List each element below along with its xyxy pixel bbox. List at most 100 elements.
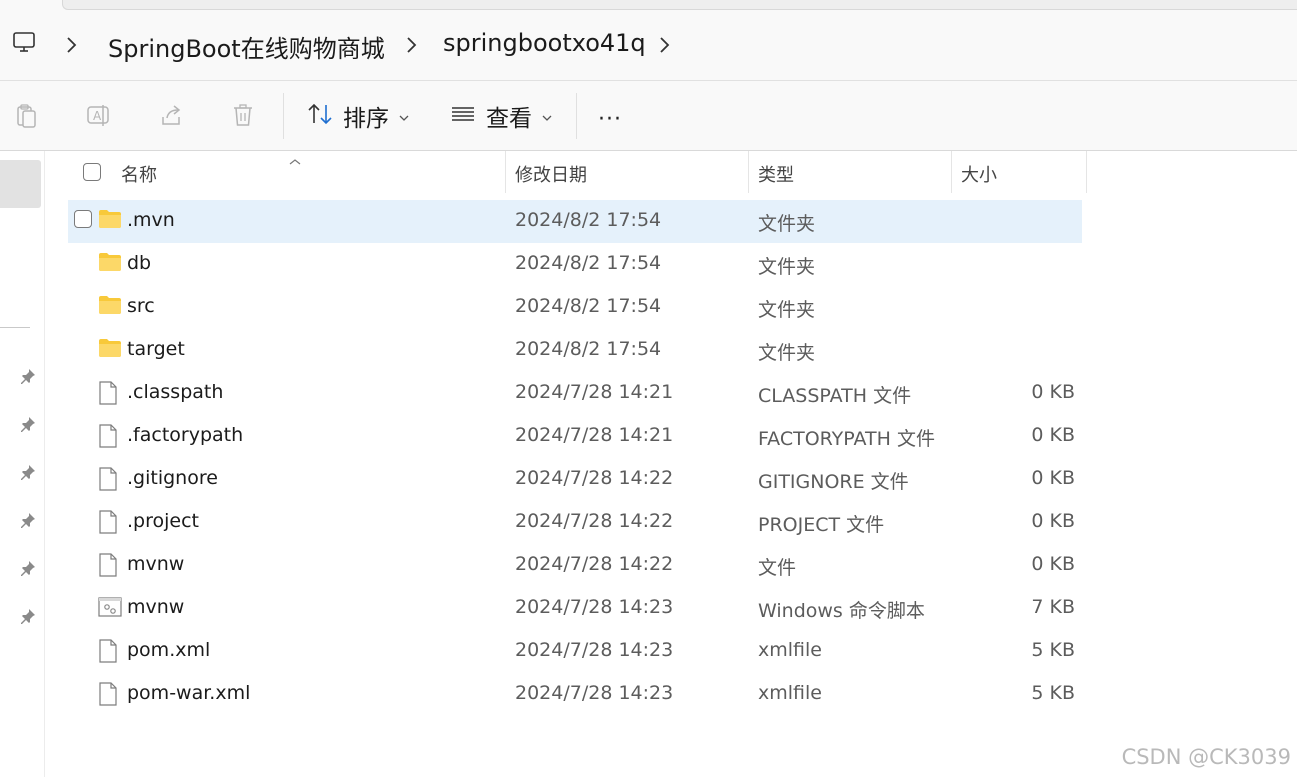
- file-type: 文件夹: [758, 213, 816, 235]
- nav-selected-item[interactable]: [0, 160, 41, 208]
- file-date: 2024/7/28 14:21: [515, 381, 674, 403]
- file-row[interactable]: mvnw 2024/7/28 14:23 Windows 命令脚本 7 KB: [68, 587, 1082, 630]
- file-row[interactable]: db 2024/8/2 17:54 文件夹: [68, 243, 1082, 286]
- chevron-right-icon[interactable]: [404, 35, 418, 59]
- file-name[interactable]: .gitignore: [127, 467, 218, 489]
- pin-icon[interactable]: [20, 560, 36, 580]
- window-tab-edge: [62, 0, 1297, 10]
- script-icon: [98, 596, 122, 622]
- file-name[interactable]: .factorypath: [127, 424, 243, 446]
- file-type: Windows 命令脚本: [758, 600, 925, 622]
- pin-icon[interactable]: [20, 464, 36, 484]
- column-size[interactable]: 大小: [961, 161, 997, 187]
- file-row[interactable]: .classpath 2024/7/28 14:21 CLASSPATH 文件 0 K…: [68, 372, 1082, 415]
- pin-icon[interactable]: [20, 368, 36, 388]
- chevron-right-icon[interactable]: [657, 35, 671, 59]
- file-name[interactable]: target: [127, 338, 185, 360]
- breadcrumb-item-folder[interactable]: springbootxo41q: [443, 29, 646, 57]
- file-row[interactable]: .project 2024/7/28 14:22 PROJECT 文件 0 KB: [68, 501, 1082, 544]
- file-row[interactable]: src 2024/8/2 17:54 文件夹: [68, 286, 1082, 329]
- file-icon: [98, 381, 118, 409]
- column-date[interactable]: 修改日期: [515, 161, 587, 187]
- row-checkbox[interactable]: [74, 210, 92, 228]
- column-type[interactable]: 类型: [758, 161, 794, 187]
- toolbar-divider: [283, 93, 284, 139]
- sort-icon: [307, 101, 333, 131]
- view-label: 查看: [486, 106, 532, 132]
- file-icon: [98, 467, 118, 495]
- file-size: 0 KB: [1031, 553, 1075, 575]
- file-name[interactable]: .mvn: [127, 209, 175, 231]
- command-bar: A 排序 查看 ···: [0, 81, 1297, 151]
- toolbar-divider: [576, 93, 577, 139]
- file-name[interactable]: mvnw: [127, 553, 184, 575]
- share-icon[interactable]: [159, 103, 185, 133]
- column-divider[interactable]: [1086, 151, 1087, 193]
- chevron-right-icon[interactable]: [64, 35, 78, 59]
- file-list: .mvn 2024/8/2 17:54 文件夹 db 2024/8/2 17:54 文件夹…: [68, 200, 1082, 716]
- nav-divider: [0, 327, 30, 328]
- breadcrumb-item-project[interactable]: SpringBoot在线购物商城: [108, 29, 385, 64]
- column-divider[interactable]: [748, 151, 749, 193]
- watermark: CSDN @CK3039: [1121, 745, 1291, 769]
- column-divider[interactable]: [505, 151, 506, 193]
- file-row[interactable]: mvnw 2024/7/28 14:22 文件 0 KB: [68, 544, 1082, 587]
- select-all-checkbox[interactable]: [83, 163, 101, 181]
- column-header: 名称 修改日期 类型 大小: [45, 151, 1297, 193]
- file-name[interactable]: src: [127, 295, 155, 317]
- file-size: 5 KB: [1031, 682, 1075, 704]
- file-type: GITIGNORE 文件: [758, 471, 909, 493]
- pin-icon[interactable]: [20, 416, 36, 436]
- file-row[interactable]: target 2024/8/2 17:54 文件夹: [68, 329, 1082, 372]
- file-name[interactable]: mvnw: [127, 596, 184, 618]
- file-size: 0 KB: [1031, 510, 1075, 532]
- navigation-pane: [0, 151, 45, 777]
- file-date: 2024/8/2 17:54: [515, 338, 662, 360]
- file-type: 文件夹: [758, 342, 816, 364]
- folder-icon: [98, 252, 122, 276]
- rename-icon[interactable]: A: [86, 103, 112, 133]
- view-icon: [450, 101, 476, 131]
- file-type: FACTORYPATH 文件: [758, 428, 935, 450]
- sort-label: 排序: [343, 106, 389, 132]
- file-date: 2024/8/2 17:54: [515, 209, 662, 231]
- file-name[interactable]: .classpath: [127, 381, 223, 403]
- file-size: 0 KB: [1031, 467, 1075, 489]
- paste-icon[interactable]: [15, 103, 39, 133]
- file-size: 7 KB: [1031, 596, 1075, 618]
- chevron-down-icon: [399, 107, 409, 126]
- file-type: CLASSPATH 文件: [758, 385, 912, 407]
- delete-icon[interactable]: [231, 103, 255, 133]
- file-date: 2024/7/28 14:23: [515, 596, 674, 618]
- file-icon: [98, 553, 118, 581]
- file-name[interactable]: pom.xml: [127, 639, 210, 661]
- file-icon: [98, 424, 118, 452]
- file-date: 2024/7/28 14:23: [515, 639, 674, 661]
- pin-icon[interactable]: [20, 608, 36, 628]
- computer-icon[interactable]: [12, 30, 36, 58]
- column-name[interactable]: 名称: [121, 161, 157, 187]
- file-size: 0 KB: [1031, 381, 1075, 403]
- column-divider[interactable]: [951, 151, 952, 193]
- pin-icon[interactable]: [20, 512, 36, 532]
- file-date: 2024/8/2 17:54: [515, 252, 662, 274]
- file-row[interactable]: pom-war.xml 2024/7/28 14:23 xmlfile 5 KB: [68, 673, 1082, 716]
- file-date: 2024/7/28 14:22: [515, 553, 674, 575]
- sort-button[interactable]: 排序: [307, 99, 409, 133]
- file-row[interactable]: .mvn 2024/8/2 17:54 文件夹: [68, 200, 1082, 243]
- view-button[interactable]: 查看: [450, 99, 552, 133]
- more-options-button[interactable]: ···: [598, 107, 622, 132]
- file-row[interactable]: pom.xml 2024/7/28 14:23 xmlfile 5 KB: [68, 630, 1082, 673]
- breadcrumb: SpringBoot在线购物商城 springbootxo41q: [0, 24, 1297, 68]
- file-name[interactable]: pom-war.xml: [127, 682, 250, 704]
- file-row[interactable]: .factorypath 2024/7/28 14:21 FACTORYPATH 文…: [68, 415, 1082, 458]
- file-type: 文件夹: [758, 299, 816, 321]
- file-date: 2024/7/28 14:23: [515, 682, 674, 704]
- file-icon: [98, 510, 118, 538]
- file-row[interactable]: .gitignore 2024/7/28 14:22 GITIGNORE 文件 0 K…: [68, 458, 1082, 501]
- file-name[interactable]: db: [127, 252, 151, 274]
- file-icon: [98, 682, 118, 710]
- file-date: 2024/7/28 14:22: [515, 510, 674, 532]
- file-name[interactable]: .project: [127, 510, 199, 532]
- file-size: 0 KB: [1031, 424, 1075, 446]
